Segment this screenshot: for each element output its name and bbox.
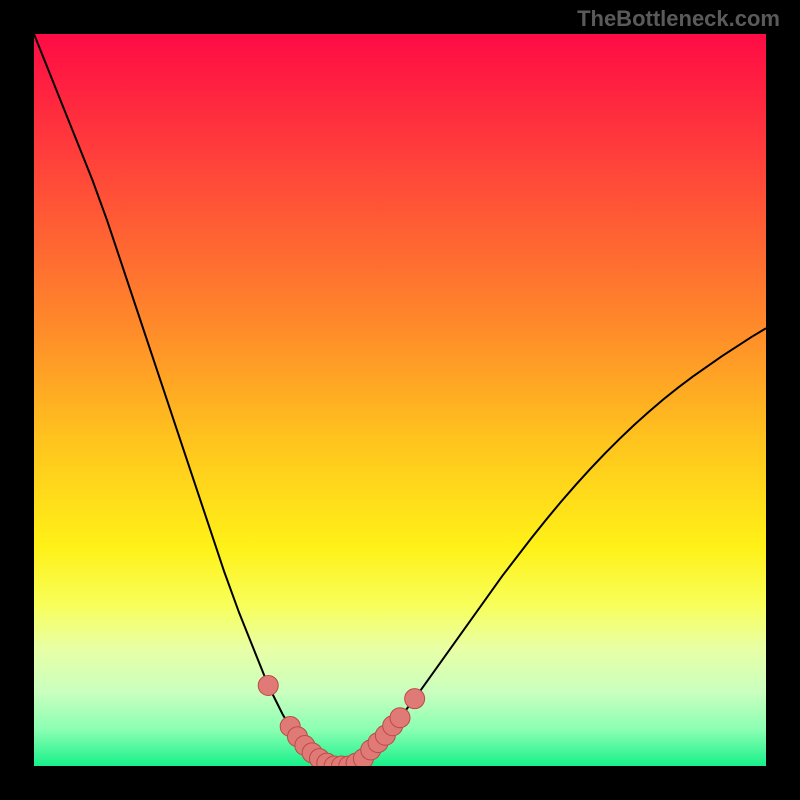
gradient-background — [34, 34, 766, 766]
data-point-marker — [390, 708, 410, 728]
data-point-marker — [405, 689, 425, 709]
data-point-marker — [258, 675, 278, 695]
watermark-text: TheBottleneck.com — [577, 6, 780, 32]
chart-plot-area — [34, 34, 766, 766]
